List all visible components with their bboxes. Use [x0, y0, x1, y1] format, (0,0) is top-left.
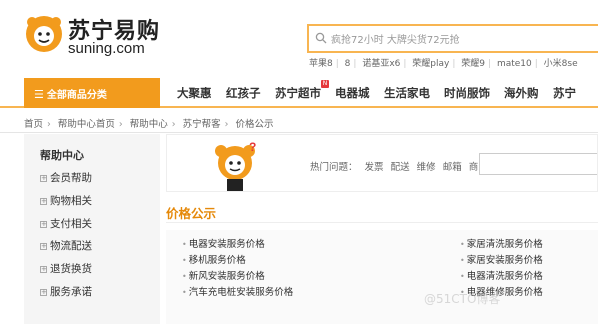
sidebar-item-payment[interactable]: + 支付相关 [40, 216, 92, 231]
nav-item-home-appliances[interactable]: 生活家电 [384, 85, 430, 101]
lion-mascot-icon: ? [215, 141, 256, 191]
sidebar-item-service[interactable]: + 服务承诺 [40, 284, 92, 299]
section-title: 价格公示 [166, 206, 217, 221]
hot-question-link[interactable]: 维修 [417, 162, 436, 173]
suning-logo[interactable]: 苏宁易购 suning.com [24, 12, 164, 62]
sidebar-item-delivery[interactable]: + 物流配送 [40, 238, 92, 253]
sidebar-item-member[interactable]: + 会员帮助 [40, 170, 92, 185]
help-sidebar: 帮助中心 + 会员帮助 + 购物相关 + 支付相关 + 物流配送 + 退货换货 + 服务承诺 [24, 134, 160, 324]
divider [0, 132, 598, 133]
expand-icon: + [40, 197, 47, 205]
hotword-link[interactable]: 荣耀play [412, 59, 449, 69]
sidebar-title: 帮助中心 [40, 149, 84, 162]
lion-logo-icon [26, 16, 62, 52]
help-search-input[interactable] [479, 153, 597, 175]
price-link[interactable]: 新风安装服务价格 [182, 268, 265, 282]
all-categories-button[interactable]: ☰ 全部商品分类 [24, 78, 160, 108]
logo-text-english: suning.com [68, 40, 145, 57]
all-categories-label: 全部商品分类 [46, 90, 107, 101]
search-input[interactable]: 疯抢72小时 大牌尖货72元抢 [307, 24, 598, 53]
nav-item-suning[interactable]: 苏宁 [553, 85, 576, 101]
hot-question-link[interactable]: 发票 [365, 162, 384, 173]
price-link[interactable]: 汽车充电桩安装服务价格 [182, 284, 294, 298]
hotword-link[interactable]: 8 [345, 59, 351, 69]
site-header: 苏宁易购 suning.com 疯抢72小时 大牌尖货72元抢 苹果8 | 8 | … [0, 0, 598, 78]
expand-icon: + [40, 220, 47, 228]
new-badge: N [321, 80, 329, 88]
sidebar-item-returns[interactable]: + 退货换货 [40, 261, 92, 276]
expand-icon: + [40, 288, 47, 296]
nav-item-appliances[interactable]: 电器城 [335, 85, 370, 101]
price-link[interactable]: 移机服务价格 [182, 252, 246, 266]
expand-icon: + [40, 242, 47, 250]
price-link[interactable]: 电器清洗服务价格 [460, 268, 543, 282]
hot-search-words: 苹果8 | 8 | 诺基亚x6 | 荣耀play | 荣耀9 | mate10 | 小米8s… [309, 59, 578, 69]
expand-icon: + [40, 265, 47, 273]
nav-item-honghaizi[interactable]: 红孩子 [226, 85, 261, 101]
watermark: @51CTO博客 [424, 292, 501, 306]
nav-item-fashion[interactable]: 时尚服饰 [444, 85, 490, 101]
breadcrumb-home[interactable]: 首页 [24, 119, 43, 130]
menu-icon: ☰ [34, 88, 44, 101]
breadcrumb: 首页 › 帮助中心首页 › 帮助中心 › 苏宁帮客 › 价格公示 [24, 119, 274, 130]
nav-item-overseas[interactable]: 海外购 [504, 85, 539, 101]
main-nav: ☰ 全部商品分类 大聚惠 红孩子 苏宁超市 N 电器城 生活家电 时尚服饰 海外购… [0, 78, 598, 108]
nav-item-supermarket[interactable]: 苏宁超市 [275, 85, 321, 101]
sidebar-item-shopping[interactable]: + 购物相关 [40, 193, 92, 208]
hotword-link[interactable]: 诺基亚x6 [362, 59, 400, 69]
breadcrumb-help-home[interactable]: 帮助中心首页 [58, 119, 115, 130]
hotword-link[interactable]: 苹果8 [309, 59, 333, 69]
expand-icon: + [40, 174, 47, 182]
hotword-link[interactable]: mate10 [497, 59, 532, 69]
price-link[interactable]: 家居安装服务价格 [460, 252, 543, 266]
search-placeholder: 疯抢72小时 大牌尖货72元抢 [331, 35, 460, 46]
price-list: 电器安装服务价格 移机服务价格 新风安装服务价格 汽车充电桩安装服务价格 家居清… [166, 230, 598, 324]
price-link[interactable]: 电器安装服务价格 [182, 236, 265, 250]
hotword-link[interactable]: 荣耀9 [461, 59, 485, 69]
hot-question-link[interactable]: 配送 [391, 162, 410, 173]
breadcrumb-bangke[interactable]: 苏宁帮客 [183, 119, 221, 130]
divider [166, 222, 598, 223]
search-icon [315, 32, 327, 44]
main-content: ? 热门问题： 发票 配送 维修 邮箱 商家 价格公示 电器安装服务价格 移机服… [166, 134, 598, 324]
price-link[interactable]: 家居清洗服务价格 [460, 236, 543, 250]
hot-questions: 热门问题： 发票 配送 维修 邮箱 商家 [310, 159, 492, 173]
hot-question-link[interactable]: 邮箱 [443, 162, 462, 173]
nav-item-dajuhui[interactable]: 大聚惠 [177, 85, 212, 101]
breadcrumb-help-center[interactable]: 帮助中心 [130, 119, 168, 130]
help-banner: ? 热门问题： 发票 配送 维修 邮箱 商家 [166, 134, 598, 192]
breadcrumb-current: 价格公示 [235, 119, 274, 130]
hot-questions-label: 热门问题： [310, 162, 358, 173]
svg-text:?: ? [249, 141, 256, 154]
hotword-link[interactable]: 小米8se [544, 59, 578, 69]
